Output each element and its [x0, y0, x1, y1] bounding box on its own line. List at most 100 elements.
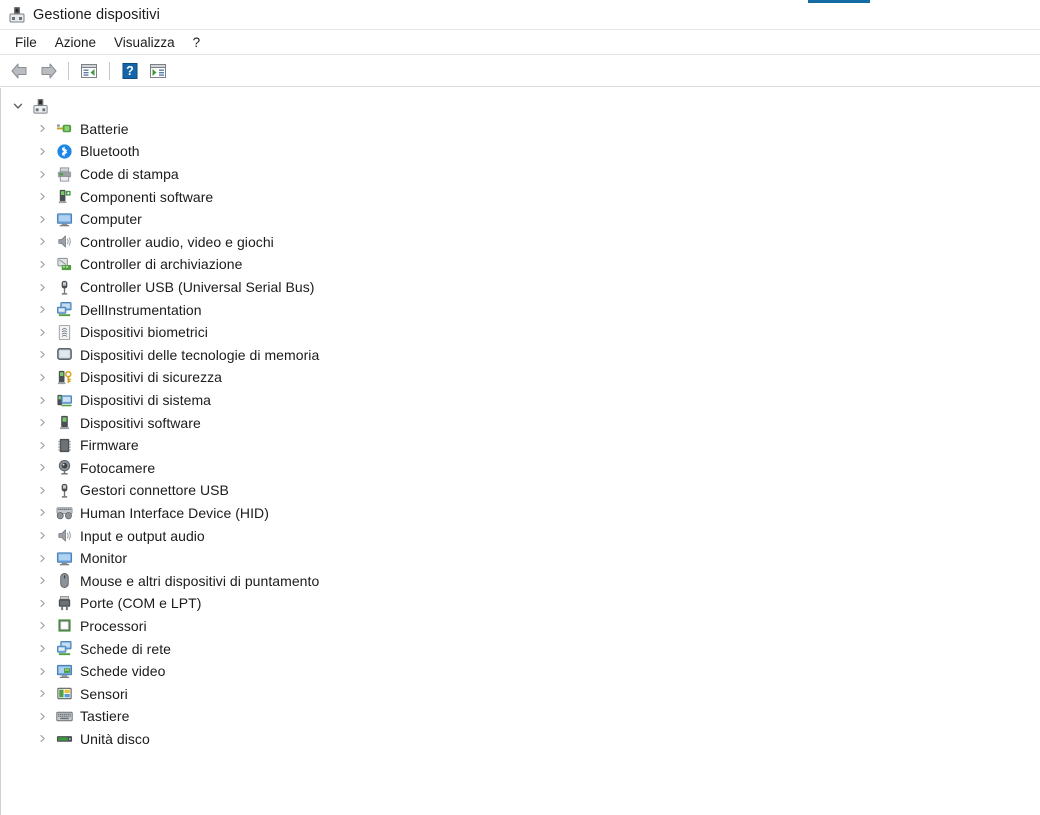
- show-hidden-devices-icon: [150, 63, 166, 78]
- chevron-right-icon[interactable]: [34, 211, 50, 227]
- chevron-right-icon[interactable]: [34, 482, 50, 498]
- disk-drive-icon: [56, 736, 73, 743]
- toolbar-separator-2: [109, 61, 110, 80]
- display-adapter-icon: [56, 664, 73, 678]
- tree-item-dispositivi-biometrici[interactable]: Dispositivi biometrici: [1, 321, 1040, 344]
- processor-icon: [58, 619, 71, 633]
- chevron-right-icon[interactable]: [34, 618, 50, 634]
- tree-item-label: Porte (COM e LPT): [80, 595, 202, 612]
- chevron-right-icon[interactable]: [34, 573, 50, 589]
- tree-item-dispositivi-software[interactable]: Dispositivi software: [1, 411, 1040, 434]
- tree-item-code-di-stampa[interactable]: Code di stampa: [1, 163, 1040, 186]
- tree-item-schede-di-rete[interactable]: Schede di rete: [1, 637, 1040, 660]
- tree-item-tecnologie-memoria[interactable]: Dispositivi delle tecnologie di memoria: [1, 344, 1040, 367]
- chevron-right-icon[interactable]: [34, 731, 50, 747]
- chevron-right-icon[interactable]: [34, 528, 50, 544]
- tree-item-processori[interactable]: Processori: [1, 615, 1040, 638]
- chevron-right-icon[interactable]: [34, 708, 50, 724]
- chevron-right-icon[interactable]: [34, 369, 50, 385]
- chevron-right-icon[interactable]: [34, 663, 50, 679]
- chevron-right-icon[interactable]: [34, 302, 50, 318]
- usb-connector-icon: [61, 483, 68, 498]
- chevron-right-icon[interactable]: [34, 505, 50, 521]
- chevron-right-icon[interactable]: [34, 686, 50, 702]
- tree-item-label: Schede video: [80, 663, 166, 680]
- tree-item-porte[interactable]: Porte (COM e LPT): [1, 592, 1040, 615]
- chevron-right-icon[interactable]: [34, 324, 50, 340]
- chevron-right-icon[interactable]: [34, 121, 50, 137]
- chevron-right-icon[interactable]: [34, 460, 50, 476]
- keyboard-icon: [56, 711, 73, 722]
- network-adapter-icon: [56, 641, 72, 656]
- tree-item-tastiere[interactable]: Tastiere: [1, 705, 1040, 728]
- chevron-right-icon[interactable]: [34, 392, 50, 408]
- menu-visualizza[interactable]: Visualizza: [105, 32, 184, 53]
- tree-item-input-output-audio[interactable]: Input e output audio: [1, 524, 1040, 547]
- tree-item-mouse[interactable]: Mouse e altri dispositivi di puntamento: [1, 569, 1040, 592]
- chevron-right-icon[interactable]: [34, 234, 50, 250]
- fingerprint-icon: [58, 324, 71, 340]
- menu-bar: File Azione Visualizza ?: [0, 29, 1040, 55]
- tree-item-firmware[interactable]: Firmware: [1, 434, 1040, 457]
- window-title: Gestione dispositivi: [33, 6, 160, 23]
- tree-item-controller-audio-video-giochi[interactable]: Controller audio, video e giochi: [1, 231, 1040, 254]
- back-button[interactable]: [6, 58, 34, 84]
- forward-button[interactable]: [34, 58, 62, 84]
- help-button[interactable]: ?: [116, 58, 144, 84]
- menu-azione[interactable]: Azione: [46, 32, 105, 53]
- chevron-right-icon[interactable]: [34, 256, 50, 272]
- tree-item-batterie[interactable]: Batterie: [1, 118, 1040, 141]
- tree-item-sensori[interactable]: Sensori: [1, 682, 1040, 705]
- tree-item-label: Batterie: [80, 120, 129, 137]
- tree-item-label: Controller di archiviazione: [80, 256, 243, 273]
- chevron-right-icon[interactable]: [34, 415, 50, 431]
- chevron-right-icon[interactable]: [34, 189, 50, 205]
- chevron-right-icon[interactable]: [34, 347, 50, 363]
- hid-icon: [56, 507, 73, 520]
- monitor-icon: [56, 213, 73, 227]
- device-tree-pane[interactable]: Batterie Bluetooth Code di stampa Compon…: [0, 88, 1040, 815]
- toolbar-separator-1: [68, 61, 69, 80]
- chevron-right-icon[interactable]: [34, 166, 50, 182]
- properties-button[interactable]: [75, 58, 103, 84]
- forward-arrow-icon: [41, 63, 57, 78]
- chevron-right-icon[interactable]: [34, 143, 50, 159]
- tree-item-hid[interactable]: Human Interface Device (HID): [1, 502, 1040, 525]
- tree-item-dispositivi-sicurezza[interactable]: Dispositivi di sicurezza: [1, 366, 1040, 389]
- tree-item-label: Processori: [80, 617, 147, 634]
- tree-item-label: Bluetooth: [80, 143, 140, 160]
- tree-item-label: Dispositivi di sicurezza: [80, 369, 223, 386]
- tree-item-schede-video[interactable]: Schede video: [1, 660, 1040, 683]
- chevron-right-icon[interactable]: [34, 437, 50, 453]
- tree-item-label: Dispositivi software: [80, 414, 201, 431]
- tree-item-label: Input e output audio: [80, 527, 205, 544]
- battery-icon: [56, 124, 72, 133]
- tree-item-label: Controller audio, video e giochi: [80, 233, 274, 250]
- tree-item-dispositivi-sistema[interactable]: Dispositivi di sistema: [1, 389, 1040, 412]
- tree-item-controller-usb[interactable]: Controller USB (Universal Serial Bus): [1, 276, 1040, 299]
- tree-item-monitor[interactable]: Monitor: [1, 547, 1040, 570]
- tree-item-dellinstrumentation[interactable]: DellInstrumentation: [1, 298, 1040, 321]
- menu-help[interactable]: ?: [184, 32, 210, 53]
- chevron-right-icon[interactable]: [34, 595, 50, 611]
- system-device-icon: [57, 394, 73, 406]
- tree-item-unita-disco[interactable]: Unità disco: [1, 728, 1040, 751]
- tree-item-computer[interactable]: Computer: [1, 208, 1040, 231]
- tree-item-fotocamere[interactable]: Fotocamere: [1, 457, 1040, 480]
- chevron-down-icon[interactable]: [10, 98, 26, 114]
- help-icon: ?: [122, 62, 138, 79]
- menu-file[interactable]: File: [6, 32, 46, 53]
- camera-icon: [58, 460, 71, 475]
- tree-item-gestori-connettore-usb[interactable]: Gestori connettore USB: [1, 479, 1040, 502]
- show-hidden-devices-button[interactable]: [144, 58, 172, 84]
- chevron-right-icon[interactable]: [34, 550, 50, 566]
- tree-item-bluetooth[interactable]: Bluetooth: [1, 140, 1040, 163]
- tree-item-componenti-software[interactable]: Componenti software: [1, 185, 1040, 208]
- tree-root-node[interactable]: [1, 95, 1040, 118]
- tree-item-label: Monitor: [80, 550, 128, 567]
- tree-item-controller-archiviazione[interactable]: Controller di archiviazione: [1, 253, 1040, 276]
- chevron-right-icon[interactable]: [34, 279, 50, 295]
- tree-item-label: Tastiere: [80, 708, 130, 725]
- bluetooth-icon: [57, 144, 72, 159]
- chevron-right-icon[interactable]: [34, 641, 50, 657]
